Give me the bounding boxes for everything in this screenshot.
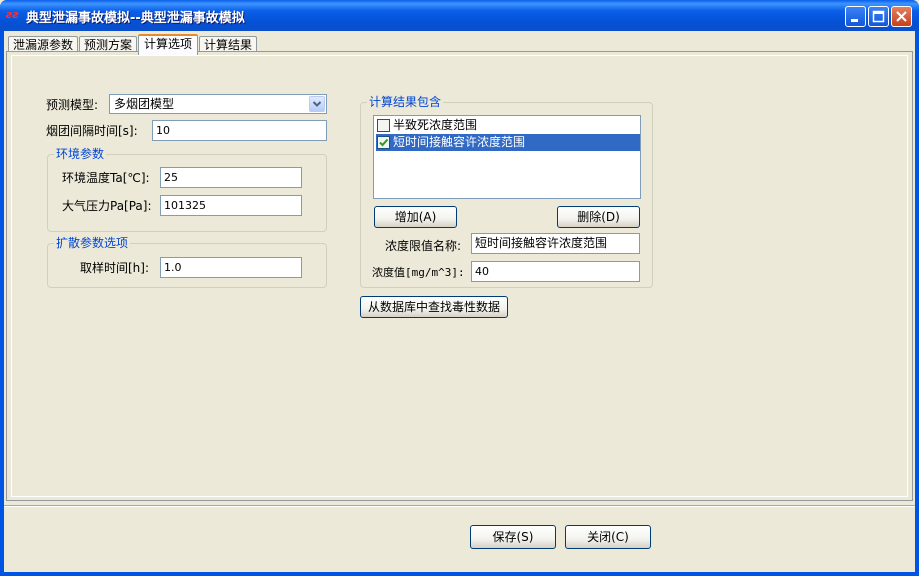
minimize-icon bbox=[851, 19, 858, 22]
app-icon: ƨƨ bbox=[6, 8, 20, 21]
results-listbox[interactable]: 半致死浓度范围 短时间接触容许浓度范围 bbox=[373, 115, 641, 199]
delete-button[interactable]: 删除(D) bbox=[557, 206, 640, 228]
footer-separator bbox=[4, 505, 915, 507]
environment-group-title: 环境参数 bbox=[54, 147, 107, 161]
tab-calc-options[interactable]: 计算选项 bbox=[138, 34, 198, 55]
limit-name-label: 浓度限值名称: bbox=[385, 239, 462, 253]
diffusion-group-title: 扩散参数选项 bbox=[54, 236, 131, 250]
db-lookup-button[interactable]: 从数据库中查找毒性数据 bbox=[360, 296, 508, 318]
limit-name-input[interactable]: 短时间接触容许浓度范围 bbox=[471, 233, 640, 254]
model-select-value: 多烟团模型 bbox=[114, 97, 175, 111]
sampling-time-input[interactable]: 1.0 bbox=[160, 257, 302, 278]
list-item[interactable]: 半致死浓度范围 bbox=[376, 117, 640, 134]
close-icon bbox=[896, 11, 907, 22]
close-window-button[interactable] bbox=[891, 6, 912, 27]
checkbox-checked[interactable] bbox=[377, 136, 390, 149]
close-button[interactable]: 关闭(C) bbox=[565, 525, 651, 549]
interval-label: 烟团间隔时间[s]: bbox=[46, 124, 138, 138]
maximize-button[interactable] bbox=[868, 6, 889, 27]
checkmark-icon bbox=[379, 138, 389, 147]
environment-group: 环境参数 bbox=[47, 147, 327, 232]
pressure-label: 大气压力Pa[Pa]: bbox=[62, 199, 152, 213]
window-title: 典型泄漏事故模拟--典型泄漏事故模拟 bbox=[26, 11, 245, 26]
tab-panel: 预测模型: 多烟团模型 烟团间隔时间[s]: 10 环境参数 环境温度Ta[℃]… bbox=[6, 51, 913, 501]
pressure-input[interactable]: 101325 bbox=[160, 195, 302, 216]
model-label: 预测模型: bbox=[46, 98, 99, 112]
list-item[interactable]: 短时间接触容许浓度范围 bbox=[376, 134, 640, 151]
interval-input[interactable]: 10 bbox=[152, 120, 327, 141]
checkbox-unchecked[interactable] bbox=[377, 119, 390, 132]
save-button[interactable]: 保存(S) bbox=[470, 525, 556, 549]
add-button[interactable]: 增加(A) bbox=[374, 206, 457, 228]
sampling-time-label: 取样时间[h]: bbox=[80, 261, 150, 275]
options-panel: 预测模型: 多烟团模型 烟团间隔时间[s]: 10 环境参数 环境温度Ta[℃]… bbox=[11, 55, 908, 497]
temperature-label: 环境温度Ta[℃]: bbox=[62, 171, 150, 185]
title-bar[interactable]: ƨƨ 典型泄漏事故模拟--典型泄漏事故模拟 bbox=[0, 0, 919, 31]
maximize-icon bbox=[872, 10, 885, 23]
temperature-input[interactable]: 25 bbox=[160, 167, 302, 188]
concentration-label: 浓度值[mg/m^3]: bbox=[372, 266, 465, 279]
results-include-title: 计算结果包含 bbox=[367, 95, 444, 109]
chevron-down-icon[interactable] bbox=[309, 96, 325, 112]
client-area: 泄漏源参数 预测方案 计算选项 计算结果 预测模型: 多烟团模型 烟团间隔时间[… bbox=[4, 31, 915, 572]
model-select[interactable]: 多烟团模型 bbox=[109, 94, 327, 114]
app-window: ƨƨ 典型泄漏事故模拟--典型泄漏事故模拟 泄漏源参数 预测方案 计算选项 计算… bbox=[0, 0, 919, 576]
minimize-button[interactable] bbox=[845, 6, 866, 27]
concentration-input[interactable]: 40 bbox=[471, 261, 640, 282]
